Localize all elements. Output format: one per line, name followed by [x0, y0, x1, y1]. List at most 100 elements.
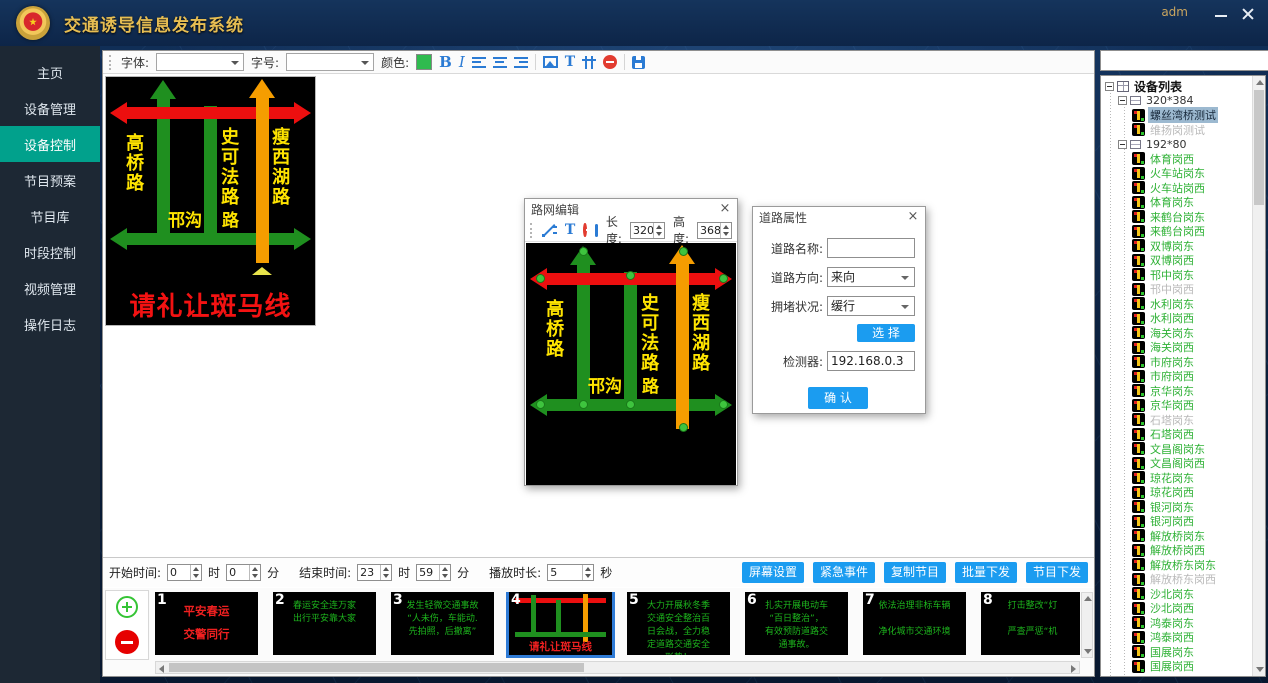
- close-icon[interactable]: ×: [907, 211, 919, 223]
- sidebar-item[interactable]: 时段控制: [0, 234, 100, 270]
- device-item[interactable]: 国展岗西: [1132, 659, 1252, 674]
- height-value[interactable]: 368: [698, 223, 720, 238]
- device-item[interactable]: 京华岗东: [1132, 384, 1252, 399]
- tree-scrollbar[interactable]: [1252, 76, 1265, 676]
- scroll-up-icon[interactable]: [1084, 596, 1092, 601]
- device-item[interactable]: 文昌阁岗西: [1132, 456, 1252, 471]
- device-item[interactable]: 维扬岗测试: [1132, 123, 1252, 138]
- tree-group[interactable]: 192*80: [1118, 137, 1252, 152]
- duration-stepper[interactable]: 5: [547, 564, 594, 581]
- road-editor-canvas[interactable]: 高桥路 史可法路 瘦西湖路 邗沟 路: [526, 243, 736, 485]
- delete-icon[interactable]: [603, 55, 617, 69]
- tree-group[interactable]: 320*384: [1118, 94, 1252, 109]
- device-item[interactable]: 琼花岗西: [1132, 485, 1252, 500]
- playlist-item[interactable]: 1 平安春运 交警同行: [155, 592, 258, 655]
- playlist-item[interactable]: 8 打击整改“灯 严查严惩“机: [981, 592, 1080, 655]
- device-item[interactable]: 琼花岗东: [1132, 471, 1252, 486]
- close-icon[interactable]: [1240, 6, 1256, 22]
- end-hour-value[interactable]: 23: [358, 565, 380, 580]
- align-right-icon[interactable]: [514, 57, 528, 68]
- congestion-select[interactable]: 缓行: [827, 296, 915, 316]
- device-item[interactable]: 水利岗东: [1132, 297, 1252, 312]
- end-minute-stepper[interactable]: 59: [416, 564, 451, 581]
- action-button[interactable]: 批量下发: [955, 562, 1017, 583]
- device-item[interactable]: 来鹤台岗西: [1132, 224, 1252, 239]
- sidebar-item[interactable]: 主页: [0, 54, 100, 90]
- action-button[interactable]: 紧急事件: [813, 562, 875, 583]
- scrollbar-thumb[interactable]: [169, 663, 584, 672]
- device-item[interactable]: 银河岗东: [1132, 500, 1252, 515]
- scroll-right-icon[interactable]: [1071, 665, 1076, 673]
- device-item[interactable]: 体育岗东: [1132, 195, 1252, 210]
- color-swatch[interactable]: [416, 54, 432, 70]
- start-hour-stepper[interactable]: 0: [167, 564, 202, 581]
- road-properties-titlebar[interactable]: 道路属性 ×: [753, 207, 925, 227]
- minimize-icon[interactable]: [1214, 8, 1228, 22]
- node-handle[interactable]: [626, 271, 635, 280]
- collapse-icon[interactable]: [1105, 82, 1114, 91]
- device-item[interactable]: 螺丝湾桥测试: [1132, 108, 1252, 123]
- collapse-icon[interactable]: [1118, 140, 1127, 149]
- node-handle[interactable]: [536, 274, 545, 283]
- device-item[interactable]: 解放桥岗西: [1132, 543, 1252, 558]
- close-icon[interactable]: ×: [719, 203, 731, 215]
- end-hour-stepper[interactable]: 23: [357, 564, 392, 581]
- road-name-field[interactable]: [827, 238, 915, 258]
- insert-text-icon[interactable]: T: [565, 222, 575, 238]
- start-minute-stepper[interactable]: 0: [226, 564, 261, 581]
- align-left-icon[interactable]: [472, 57, 486, 68]
- device-item[interactable]: 邗中岗东: [1132, 268, 1252, 283]
- node-handle[interactable]: [679, 423, 688, 432]
- sidebar-item[interactable]: 节目库: [0, 198, 100, 234]
- horizontal-scrollbar[interactable]: [155, 661, 1080, 674]
- playlist-item[interactable]: 4 请礼让斑马线: [509, 592, 612, 655]
- detector-field[interactable]: 192.168.0.3: [827, 351, 915, 371]
- stepper-arrows-icon[interactable]: [380, 565, 391, 580]
- height-stepper[interactable]: 368: [697, 222, 732, 239]
- node-handle[interactable]: [536, 400, 545, 409]
- remove-program-button[interactable]: [115, 630, 139, 654]
- node-handle[interactable]: [579, 400, 588, 409]
- stepper-arrows-icon[interactable]: [249, 565, 260, 580]
- device-item[interactable]: 解放桥岗东: [1132, 529, 1252, 544]
- device-item[interactable]: 市府岗东: [1132, 355, 1252, 370]
- device-item[interactable]: 京华岗西: [1132, 398, 1252, 413]
- sidebar-item[interactable]: 操作日志: [0, 306, 100, 342]
- save-icon[interactable]: [595, 224, 598, 237]
- length-value[interactable]: 320: [631, 223, 653, 238]
- action-button[interactable]: 复制节目: [884, 562, 946, 583]
- start-hour-value[interactable]: 0: [168, 565, 190, 580]
- device-item[interactable]: 火车站岗东: [1132, 166, 1252, 181]
- length-stepper[interactable]: 320: [630, 222, 665, 239]
- stepper-arrows-icon[interactable]: [439, 565, 450, 580]
- stepper-arrows-icon[interactable]: [720, 223, 731, 238]
- device-item[interactable]: 双博岗西: [1132, 253, 1252, 268]
- device-item[interactable]: 火车站岗西: [1132, 181, 1252, 196]
- road-network-icon[interactable]: [582, 56, 596, 69]
- device-item[interactable]: 体育岗西: [1132, 152, 1252, 167]
- scrollbar-thumb[interactable]: [1254, 90, 1264, 205]
- italic-icon[interactable]: I: [459, 53, 465, 71]
- select-button[interactable]: 选 择: [857, 324, 915, 342]
- tree-root[interactable]: 设备列表: [1105, 79, 1252, 94]
- device-item[interactable]: 银河岗西: [1132, 514, 1252, 529]
- road-editor-titlebar[interactable]: 路网编辑 ×: [525, 199, 737, 219]
- sidebar-item[interactable]: 视频管理: [0, 270, 100, 306]
- confirm-button[interactable]: 确 认: [808, 387, 868, 409]
- device-item[interactable]: 石塔岗西: [1132, 427, 1252, 442]
- device-item[interactable]: 沙北岗东: [1132, 587, 1252, 602]
- device-item[interactable]: 鸿泰岗西: [1132, 630, 1252, 645]
- align-center-icon[interactable]: [493, 57, 507, 68]
- device-item[interactable]: 海关岗西: [1132, 340, 1252, 355]
- action-button[interactable]: 屏幕设置: [742, 562, 804, 583]
- playlist-item[interactable]: 5 大力开展秋冬季 交通安全整治百 日会战，全力稳 定道路交通安全 形势！: [627, 592, 730, 655]
- device-item[interactable]: 鸿泰岗东: [1132, 616, 1252, 631]
- road-direction-select[interactable]: 来向: [827, 267, 915, 287]
- device-item[interactable]: 双博岗东: [1132, 239, 1252, 254]
- insert-image-icon[interactable]: [543, 56, 558, 68]
- device-item[interactable]: 国展岗东: [1132, 645, 1252, 660]
- duration-value[interactable]: 5: [548, 565, 582, 580]
- node-handle[interactable]: [626, 400, 635, 409]
- device-item[interactable]: 解放桥东岗东: [1132, 558, 1252, 573]
- font-dropdown[interactable]: [156, 53, 244, 71]
